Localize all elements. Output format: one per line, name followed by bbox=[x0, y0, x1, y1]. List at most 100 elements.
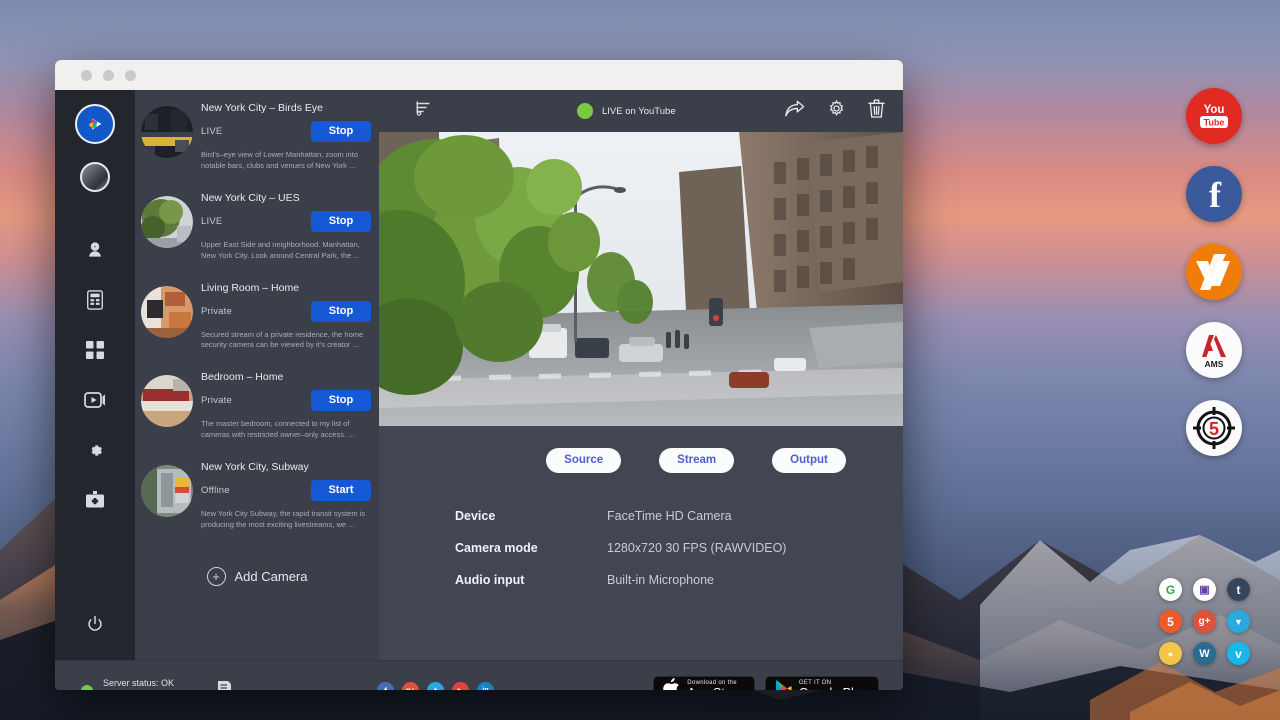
camera-info: Bedroom – Home Private Stop The master b… bbox=[201, 367, 371, 441]
add-camera-button[interactable]: + Add Camera bbox=[135, 539, 379, 586]
add-camera-label: Add Camera bbox=[235, 569, 308, 584]
dock-adobe-ams[interactable]: AMS bbox=[1186, 322, 1242, 378]
linkedin-icon[interactable]: in bbox=[477, 682, 494, 690]
gear-icon[interactable] bbox=[77, 432, 113, 468]
svg-text:Tube: Tube bbox=[1204, 118, 1225, 128]
camera-info: Living Room – Home Private Stop Secured … bbox=[201, 278, 371, 352]
camera-list-panel: New York City – Birds Eye LIVE Stop Bird… bbox=[135, 90, 379, 660]
camera-thumbnail bbox=[141, 286, 193, 338]
trash-icon[interactable] bbox=[868, 99, 885, 123]
window-titlebar bbox=[55, 60, 903, 90]
info-row: Audio input Built-in Microphone bbox=[455, 573, 903, 587]
maximize-button[interactable] bbox=[125, 70, 136, 81]
camera-status: LIVE bbox=[201, 216, 222, 227]
mini-dock-livestream[interactable]: ● bbox=[1159, 642, 1182, 665]
mini-dock-twitch[interactable]: ▣ bbox=[1193, 578, 1216, 601]
camera-list-item[interactable]: New York City – UES LIVE Stop Upper East… bbox=[135, 180, 379, 270]
camera-action-button[interactable]: Start bbox=[311, 480, 371, 501]
google-play-bottom: Google Play bbox=[799, 687, 867, 690]
camera-description: The master bedroom, connected to my list… bbox=[201, 419, 371, 441]
add-box-icon[interactable] bbox=[77, 482, 113, 518]
tab-output[interactable]: Output bbox=[772, 448, 846, 473]
settings-tabs: Source Stream Output bbox=[489, 426, 903, 473]
video-player-icon[interactable] bbox=[77, 382, 113, 418]
camera-info: New York City – UES LIVE Stop Upper East… bbox=[201, 188, 371, 262]
desktop-dock: You Tube f AMS bbox=[1186, 88, 1242, 478]
camera-description: Secured stream of a private residence, t… bbox=[201, 330, 371, 352]
play-triangle-icon bbox=[775, 679, 792, 691]
tab-stream[interactable]: Stream bbox=[659, 448, 734, 473]
camera-action-button[interactable]: Stop bbox=[311, 301, 371, 322]
info-value[interactable]: Built-in Microphone bbox=[607, 573, 714, 587]
mini-dock-twitter[interactable]: ▼ bbox=[1227, 610, 1250, 633]
camera-action-button[interactable]: Stop bbox=[311, 211, 371, 232]
mini-dock-ustream[interactable]: 5 bbox=[1159, 610, 1182, 633]
content-topbar: LIVE on YouTube bbox=[379, 90, 903, 132]
camera-description: Upper East Side and neighborhood. Manhat… bbox=[201, 240, 371, 262]
google-play-badge[interactable]: GET IT ON Google Play bbox=[765, 676, 879, 691]
mini-dock-google-plus[interactable]: g+ bbox=[1193, 610, 1216, 633]
app-store-bottom: App Store bbox=[687, 687, 743, 690]
device-icon[interactable] bbox=[77, 282, 113, 318]
power-icon[interactable] bbox=[77, 606, 113, 642]
mini-dock: G ▣ t 5 g+ ▼ ● W v bbox=[1140, 578, 1250, 665]
live-indicator-dot bbox=[577, 103, 593, 119]
svg-text:f: f bbox=[1209, 175, 1222, 214]
user-avatar[interactable] bbox=[80, 162, 110, 192]
mini-dock-grabyo[interactable]: G bbox=[1159, 578, 1182, 601]
tab-source[interactable]: Source bbox=[546, 448, 621, 473]
camera-list-item[interactable]: New York City – Birds Eye LIVE Stop Bird… bbox=[135, 90, 379, 180]
app-logo-icon[interactable] bbox=[75, 104, 115, 144]
camera-status: Offline bbox=[201, 485, 230, 496]
camera-list-item[interactable]: New York City, Subway Offline Start New … bbox=[135, 449, 379, 539]
info-row: Device FaceTime HD Camera bbox=[455, 509, 903, 523]
document-log-icon[interactable]: i bbox=[217, 680, 232, 691]
camera-info: New York City, Subway Offline Start New … bbox=[201, 457, 371, 531]
info-value[interactable]: 1280x720 30 FPS (RAWVIDEO) bbox=[607, 541, 786, 555]
sort-lines-icon[interactable] bbox=[415, 101, 431, 121]
camera-list-item[interactable]: Bedroom – Home Private Stop The master b… bbox=[135, 359, 379, 449]
twitter-icon[interactable]: t bbox=[427, 682, 444, 690]
camera-title: Bedroom – Home bbox=[201, 371, 371, 383]
video-preview[interactable] bbox=[379, 132, 903, 426]
video-preview-wrap bbox=[379, 132, 903, 426]
camera-thumbnail bbox=[141, 106, 193, 158]
dock-youtube[interactable]: You Tube bbox=[1186, 88, 1242, 144]
google-plus-icon[interactable]: g+ bbox=[402, 682, 419, 690]
svg-text:AMS: AMS bbox=[1205, 359, 1224, 369]
camera-info: New York City – Birds Eye LIVE Stop Bird… bbox=[201, 98, 371, 172]
dock-wowza[interactable] bbox=[1186, 244, 1242, 300]
facebook-icon[interactable]: f bbox=[377, 682, 394, 690]
share-icon[interactable] bbox=[784, 100, 805, 123]
info-row: Camera mode 1280x720 30 FPS (RAWVIDEO) bbox=[455, 541, 903, 555]
youtube-icon[interactable]: ▶ bbox=[452, 682, 469, 690]
plus-circle-icon: + bbox=[207, 567, 226, 586]
status-bar: Server status: OK Bandwidth: 1.2Mb /1.4M… bbox=[55, 660, 903, 690]
app-store-badge[interactable]: Download on the App Store bbox=[653, 676, 755, 691]
info-label: Audio input bbox=[455, 573, 607, 587]
dock-facebook[interactable]: f bbox=[1186, 166, 1242, 222]
close-button[interactable] bbox=[81, 70, 92, 81]
topbar-actions bbox=[784, 99, 885, 123]
store-badges: Download on the App Store GE bbox=[653, 676, 889, 691]
app-window: New York City – Birds Eye LIVE Stop Bird… bbox=[55, 60, 903, 690]
svg-text:You: You bbox=[1204, 104, 1225, 116]
camera-title: New York City – Birds Eye bbox=[201, 102, 371, 114]
dock-target-five[interactable]: 5 bbox=[1186, 400, 1242, 456]
server-status-group: Server status: OK Bandwidth: 1.2Mb /1.4M… bbox=[69, 677, 369, 690]
mini-dock-wordpress[interactable]: W bbox=[1193, 642, 1216, 665]
gear-icon[interactable] bbox=[827, 99, 846, 123]
camera-action-button[interactable]: Stop bbox=[311, 390, 371, 411]
server-status-text: Server status: OK bbox=[103, 677, 205, 690]
camera-icon[interactable] bbox=[77, 232, 113, 268]
camera-thumbnail bbox=[141, 375, 193, 427]
live-status-label: LIVE on YouTube bbox=[602, 106, 676, 117]
grid-icon[interactable] bbox=[77, 332, 113, 368]
info-value[interactable]: FaceTime HD Camera bbox=[607, 509, 732, 523]
mini-dock-tumblr[interactable]: t bbox=[1227, 578, 1250, 601]
minimize-button[interactable] bbox=[103, 70, 114, 81]
mini-dock-vimeo[interactable]: v bbox=[1227, 642, 1250, 665]
camera-thumbnail bbox=[141, 196, 193, 248]
camera-list-item[interactable]: Living Room – Home Private Stop Secured … bbox=[135, 270, 379, 360]
camera-action-button[interactable]: Stop bbox=[311, 121, 371, 142]
